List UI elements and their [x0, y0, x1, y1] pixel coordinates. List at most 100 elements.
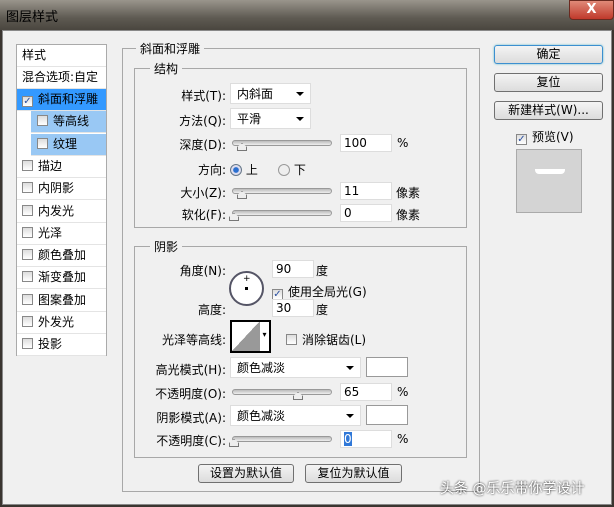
style-select[interactable]: 内斜面 [230, 83, 311, 104]
new-style-button[interactable]: 新建样式(W)... [494, 101, 603, 120]
highlight-opacity-input[interactable]: 65 [340, 383, 392, 401]
direction-down-radio[interactable]: 下 [278, 161, 306, 178]
depth-input[interactable]: 100 [340, 134, 392, 152]
style-item-label: 外发光 [38, 315, 75, 329]
close-button[interactable]: X [569, 0, 614, 20]
style-item[interactable]: 颜色叠加 [17, 245, 106, 268]
checkbox-checked-icon: ✓ [516, 134, 527, 145]
chevron-down-icon [296, 117, 304, 121]
style-item[interactable]: 图案叠加 [17, 290, 106, 312]
style-item[interactable]: 光泽 [17, 223, 106, 245]
blending-options[interactable]: 混合选项:自定 [17, 67, 106, 89]
ok-button[interactable]: 确定 [494, 45, 603, 64]
depth-slider[interactable] [232, 140, 332, 151]
preview-thumbnail [516, 149, 582, 213]
highlight-opacity-label: 不透明度(O): [155, 387, 226, 401]
selected-text: 0 [344, 432, 352, 446]
highlight-color-swatch[interactable] [366, 357, 408, 377]
technique-select[interactable]: 平滑 [230, 108, 311, 129]
checkbox-icon[interactable] [22, 271, 33, 283]
reset-default-button[interactable]: 复位为默认值 [305, 464, 402, 483]
style-item-label: 内发光 [38, 203, 75, 218]
antialias-checkbox[interactable]: 消除锯齿(L) [286, 331, 366, 348]
checkbox-icon[interactable] [22, 204, 33, 216]
style-item[interactable]: ✓ 斜面和浮雕 [17, 89, 106, 111]
highlight-mode-select[interactable]: 颜色减淡 [230, 357, 361, 378]
checkbox-icon [286, 334, 297, 345]
global-light-checkbox[interactable]: ✓ 使用全局光(G) [272, 283, 367, 300]
styles-header[interactable]: 样式 [17, 45, 106, 67]
size-unit: 像素 [396, 186, 421, 200]
style-item[interactable]: 投影 [17, 334, 106, 357]
style-item[interactable]: 描边 [17, 156, 106, 178]
checkbox-icon[interactable] [22, 226, 33, 238]
checkbox-icon[interactable] [22, 316, 33, 327]
shadow-mode-label: 阴影模式(A): [156, 411, 226, 425]
highlight-mode-label: 高光模式(H): [155, 363, 226, 377]
style-item[interactable]: 内发光 [17, 201, 106, 223]
checkbox-icon[interactable] [22, 159, 33, 171]
angle-dial[interactable]: + [229, 271, 264, 306]
checkbox-icon[interactable] [22, 338, 33, 350]
soften-slider[interactable] [229, 210, 332, 221]
altitude-unit: 度 [316, 303, 329, 317]
slider-thumb[interactable] [237, 191, 247, 199]
soften-input[interactable]: 0 [340, 204, 392, 222]
soften-unit: 像素 [396, 208, 421, 222]
chevron-down-icon [296, 92, 304, 96]
size-input[interactable]: 11 [340, 182, 392, 200]
angle-label: 角度(N): [179, 264, 226, 278]
style-value: 内斜面 [237, 87, 274, 101]
altitude-input[interactable]: 30 [272, 299, 314, 317]
depth-unit: % [397, 136, 409, 150]
checkbox-checked-icon[interactable]: ✓ [22, 96, 33, 107]
shadow-color-swatch[interactable] [366, 405, 408, 425]
style-item-label: 光泽 [38, 225, 63, 240]
style-item[interactable]: 纹理 [31, 133, 106, 156]
direction-up-radio[interactable]: 上 [230, 161, 258, 178]
style-item-label: 投影 [38, 337, 63, 352]
reset-button[interactable]: 复位 [494, 73, 603, 92]
style-item[interactable]: 等高线 [31, 111, 106, 134]
angle-input[interactable]: 90 [272, 260, 314, 278]
direction-up-label: 上 [245, 163, 258, 177]
checkbox-icon[interactable] [22, 182, 33, 194]
style-label: 样式(T): [181, 89, 226, 103]
styles-list: 样式 混合选项:自定 ✓ 斜面和浮雕 等高线纹理描边内阴影内发光光泽颜色叠加 渐变叠加… [16, 44, 107, 357]
style-item[interactable]: 渐变叠加 [17, 267, 106, 290]
style-item[interactable]: 内阴影 [17, 178, 106, 201]
checkbox-icon[interactable] [22, 293, 33, 305]
highlight-opacity-slider[interactable] [232, 389, 332, 400]
style-item[interactable]: 外发光 [17, 312, 106, 334]
dial-center [245, 287, 248, 290]
shading-title: 阴影 [150, 238, 183, 255]
checkbox-icon[interactable] [22, 249, 33, 261]
slider-thumb[interactable] [293, 392, 303, 400]
bevel-title: 斜面和浮雕 [136, 40, 205, 57]
percent-unit: % [397, 432, 409, 446]
style-item-label: 内阴影 [38, 181, 75, 196]
shadow-opacity-input[interactable]: 0 [340, 430, 392, 448]
make-default-button[interactable]: 设置为默认值 [198, 464, 294, 483]
gloss-contour-picker[interactable]: ▾ [230, 320, 271, 353]
style-item-label: 图案叠加 [38, 292, 87, 307]
radio-icon [278, 164, 290, 176]
shadow-mode-select[interactable]: 颜色减淡 [230, 405, 361, 426]
preview-checkbox[interactable]: ✓ 预览(V) [516, 128, 574, 145]
chevron-down-icon: ▾ [259, 322, 269, 351]
shadow-opacity-slider[interactable] [229, 436, 332, 447]
slider-thumb[interactable] [237, 143, 247, 151]
checkbox-icon[interactable] [37, 115, 48, 127]
title-bar [0, 0, 614, 30]
direction-down-label: 下 [293, 163, 306, 177]
size-label: 大小(Z): [180, 186, 226, 200]
style-item-label: 描边 [38, 158, 63, 173]
size-slider[interactable] [232, 188, 332, 199]
soften-label: 软化(F): [181, 208, 226, 222]
style-item-label: 纹理 [53, 136, 78, 151]
radio-selected-icon [230, 164, 242, 176]
chevron-down-icon [346, 414, 354, 418]
angle-unit: 度 [316, 264, 329, 278]
direction-label: 方向: [197, 163, 226, 177]
checkbox-icon[interactable] [37, 137, 48, 149]
